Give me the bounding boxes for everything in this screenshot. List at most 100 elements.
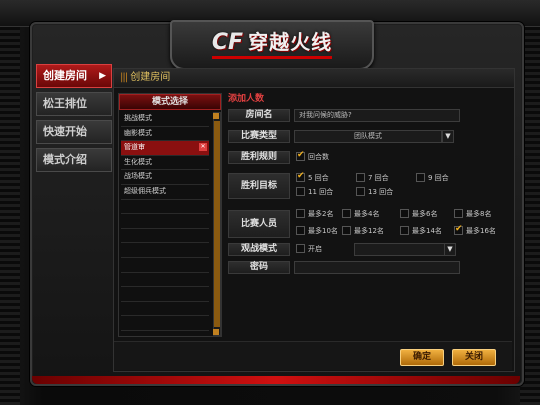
mode-item-label: 战场模式 (124, 172, 152, 181)
settings-section-title: 添加人数 (228, 94, 265, 104)
checkbox[interactable] (296, 208, 305, 218)
win-target-row: 胜利目标 5 回合 7 回合 9 回合 11 回合 13 回合 (228, 171, 510, 201)
option-label: 最多12名 (354, 227, 384, 235)
checkbox-checked[interactable] (296, 150, 305, 161)
players-option[interactable]: 最多10名 (296, 225, 338, 236)
mode-item[interactable]: 挑战模式 (121, 112, 209, 127)
option-label: 11 回合 (308, 188, 334, 196)
sidebar-item-label: 创建房间 (43, 69, 87, 82)
option-label: 最多2名 (308, 210, 334, 218)
room-name-label: 房间名 (228, 109, 290, 122)
scroll-up-icon[interactable] (213, 113, 219, 119)
scroll-down-icon[interactable] (213, 329, 219, 335)
win-rule-option[interactable]: 回合数 (296, 150, 329, 162)
chevron-right-icon: ▶ (99, 71, 106, 81)
win-target-option[interactable]: 5 回合 (296, 171, 329, 183)
mode-item-label: 挑战模式 (124, 114, 152, 122)
sidebar-item-ranking[interactable]: 松王排位 (36, 92, 112, 116)
password-label: 密码 (228, 261, 290, 274)
panel-title: 创建房间 (130, 72, 171, 83)
watch-mode-row: 观战模式 开启 ▼ (228, 243, 510, 256)
dialog-bottom-glow (32, 376, 520, 384)
confirm-button[interactable]: 确定 (400, 349, 444, 366)
checkbox[interactable] (296, 186, 305, 196)
mode-select-title: 模式选择 (119, 94, 221, 110)
mode-list: 挑战模式 幽影模式 管道审 ✕ 生化模式 战场模式 超级佣兵模式 (121, 112, 209, 346)
logo-cn-text: 穿越火线 (248, 30, 333, 54)
mode-item-empty (121, 229, 209, 244)
win-rule-row: 胜利规则 回合数 (228, 150, 510, 164)
win-target-option[interactable]: 9 回合 (416, 172, 449, 183)
mode-item-empty (121, 258, 209, 273)
players-option[interactable]: 最多12名 (342, 225, 384, 236)
players-option[interactable]: 最多6名 (400, 208, 438, 219)
option-label: 最多10名 (308, 227, 338, 235)
checkbox-checked[interactable] (454, 224, 463, 235)
mode-item[interactable]: 生化模式 (121, 156, 209, 171)
room-name-input[interactable]: 对我问候的威胁? (294, 109, 460, 122)
checkbox[interactable] (400, 208, 409, 218)
chevron-down-icon[interactable]: ▼ (444, 243, 456, 256)
mode-item-empty (121, 287, 209, 302)
sidebar-item-mode-intro[interactable]: 模式介绍 (36, 148, 112, 172)
checkbox[interactable] (296, 243, 305, 253)
option-label: 最多14名 (412, 227, 442, 235)
players-option[interactable]: 最多8名 (454, 208, 491, 219)
checkbox[interactable] (342, 225, 351, 235)
logo-cf-text: CF (211, 30, 244, 55)
sidebar-item-label: 模式介绍 (43, 153, 87, 166)
checkbox-checked[interactable] (296, 171, 305, 182)
watch-mode-select[interactable] (354, 243, 446, 256)
mode-select-box: 模式选择 挑战模式 幽影模式 管道审 ✕ 生化模式 战场模式 超级佣兵模式 (118, 93, 222, 346)
room-settings: 添加人数 房间名 对我问候的威胁? 比赛类型 团队模式 ▼ 胜利规则 回合数 胜… (228, 93, 510, 274)
mode-item[interactable]: 超级佣兵模式 (121, 185, 209, 200)
win-target-label: 胜利目标 (228, 173, 290, 199)
players-row: 比赛人员 最多2名 最多4名 最多6名 最多8名 最多10名 最多12名 最多1… (228, 206, 510, 240)
win-target-option[interactable]: 11 回合 (296, 186, 334, 197)
mode-item-empty (121, 200, 209, 215)
sidebar: 创建房间 ▶ 松王排位 快速开始 模式介绍 (36, 64, 112, 176)
checkbox[interactable] (416, 172, 425, 182)
mode-item-empty (121, 273, 209, 288)
mode-item-label: 管道审 (124, 143, 145, 152)
checkbox[interactable] (454, 208, 463, 218)
mode-list-scrollbar[interactable] (213, 112, 221, 336)
match-type-select[interactable]: 团队模式 (294, 130, 442, 143)
password-row: 密码 (228, 261, 510, 274)
mode-item-selected[interactable]: 管道审 ✕ (121, 141, 209, 156)
players-option[interactable]: 最多14名 (400, 225, 442, 236)
mode-item[interactable]: 战场模式 (121, 170, 209, 185)
option-label: 7 回合 (368, 174, 389, 182)
option-label: 最多6名 (412, 210, 438, 218)
checkbox[interactable] (400, 225, 409, 235)
option-label: 最多4名 (354, 210, 380, 218)
checkbox[interactable] (342, 208, 351, 218)
option-label: 最多16名 (466, 227, 496, 235)
sidebar-item-quick-start[interactable]: 快速开始 (36, 120, 112, 144)
watch-mode-label: 观战模式 (228, 243, 290, 256)
match-type-label: 比赛类型 (228, 130, 290, 143)
players-option[interactable]: 最多4名 (342, 208, 380, 219)
checkbox[interactable] (356, 172, 365, 182)
scroll-thumb[interactable] (214, 121, 220, 327)
mode-item[interactable]: 幽影模式 (121, 127, 209, 142)
watch-mode-option-label: 开启 (308, 245, 322, 253)
selected-flag-icon: ✕ (199, 143, 207, 152)
password-input[interactable] (294, 261, 460, 274)
players-option[interactable]: 最多16名 (454, 224, 496, 236)
win-target-option[interactable]: 7 回合 (356, 172, 389, 183)
chevron-down-icon[interactable]: ▼ (442, 130, 454, 143)
sidebar-item-create-room[interactable]: 创建房间 ▶ (36, 64, 112, 88)
option-label: 9 回合 (428, 174, 449, 182)
win-target-option[interactable]: 13 回合 (356, 186, 394, 197)
checkbox[interactable] (296, 225, 305, 235)
room-name-row: 房间名 对我问候的威胁? (228, 109, 510, 122)
checkbox[interactable] (356, 186, 365, 196)
close-button[interactable]: 关闭 (452, 349, 496, 366)
players-label: 比赛人员 (228, 210, 290, 238)
players-option[interactable]: 最多2名 (296, 208, 334, 219)
option-label: 13 回合 (368, 188, 394, 196)
panel-header: ||| 创建房间 (114, 69, 514, 88)
watch-mode-option[interactable]: 开启 (296, 243, 322, 254)
mode-item-empty (121, 214, 209, 229)
